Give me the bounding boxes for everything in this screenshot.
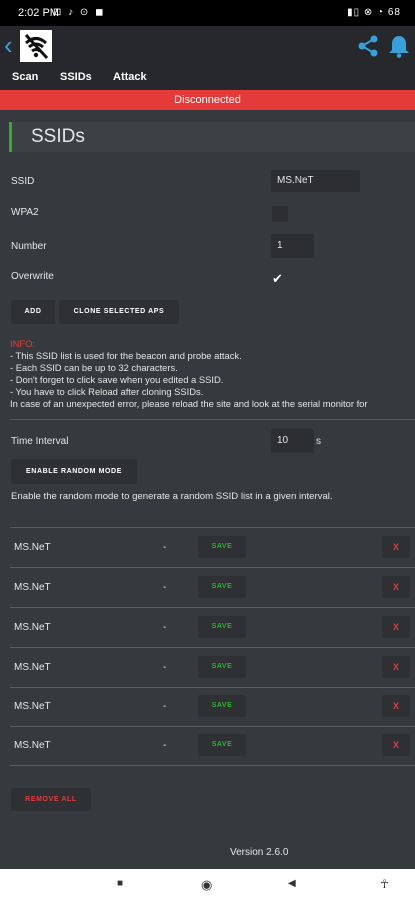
app-logo-icon [20, 30, 52, 62]
ssid-list-row: MS.NeT - SAVE X [10, 648, 415, 688]
bell-icon[interactable] [388, 34, 410, 58]
back-icon[interactable]: ◀ [288, 878, 296, 889]
ssid-label: SSID [11, 176, 35, 187]
ssid-list-row: MS.NeT - SAVE X [10, 528, 415, 568]
nav-attack[interactable]: Attack [113, 71, 147, 83]
ssid-name[interactable]: MS.NeT [14, 662, 51, 673]
ssid-input-value: MS.NeT [277, 175, 314, 186]
version-label: Version 2.6.0 [230, 847, 289, 858]
nav-ssids[interactable]: SSIDs [60, 71, 92, 83]
delete-ssid-button[interactable]: X [382, 695, 410, 717]
app-bar: ‹ [0, 26, 415, 66]
back-arrow-icon[interactable]: ‹ [4, 30, 13, 60]
ssid-separator: - [163, 662, 167, 673]
status-bar: 2:02 PM ⊡ ♪ ⊙ ◼ ▮▯ ⊗ ◔ 68 [0, 0, 415, 26]
ssid-separator: - [163, 701, 167, 712]
delete-ssid-button[interactable]: X [382, 734, 410, 756]
info-line: - Each SSID can be up to 32 characters. [10, 362, 178, 373]
notification-icons: ⊡ ♪ ⊙ ◼ [53, 7, 106, 18]
ssid-input[interactable]: MS.NeT [271, 170, 360, 192]
save-ssid-button[interactable]: SAVE [198, 734, 246, 756]
ssid-list-row: MS.NeT - SAVE X [10, 726, 415, 766]
delete-ssid-button[interactable]: X [382, 536, 410, 558]
ssid-name[interactable]: MS.NeT [14, 582, 51, 593]
ssid-separator: - [163, 542, 167, 553]
ssid-separator: - [163, 622, 167, 633]
info-line: - Don't forget to click save when you ed… [10, 374, 224, 385]
clone-selected-aps-button[interactable]: CLONE SELECTED APS [59, 300, 179, 324]
wpa2-label: WPA2 [11, 207, 39, 218]
enable-random-mode-button[interactable]: ENABLE RANDOM MODE [11, 459, 137, 484]
ssid-name[interactable]: MS.NeT [14, 622, 51, 633]
add-button[interactable]: ADD [11, 300, 55, 324]
ssid-list-row: MS.NeT - SAVE X [10, 687, 415, 727]
accessibility-icon[interactable]: ☥ [380, 877, 389, 891]
save-ssid-button[interactable]: SAVE [198, 576, 246, 598]
time-interval-unit: s [316, 436, 321, 447]
info-line: - This SSID list is used for the beacon … [10, 350, 242, 361]
info-line: In case of an unexpected error, please r… [10, 398, 368, 409]
share-icon[interactable] [356, 34, 380, 58]
divider [10, 419, 415, 420]
random-mode-description: Enable the random mode to generate a ran… [11, 491, 333, 502]
info-heading: INFO: [10, 338, 35, 349]
number-input-value: 1 [277, 240, 283, 251]
time-interval-value: 10 [277, 435, 289, 446]
ssid-list-row: MS.NeT - SAVE X [10, 608, 415, 648]
save-ssid-button[interactable]: SAVE [198, 695, 246, 717]
top-nav: Scan SSIDs Attack [0, 66, 415, 90]
delete-ssid-button[interactable]: X [382, 576, 410, 598]
save-ssid-button[interactable]: SAVE [198, 616, 246, 638]
save-ssid-button[interactable]: SAVE [198, 656, 246, 678]
time-interval-label: Time Interval [11, 436, 69, 447]
home-icon[interactable]: ◉ [201, 877, 212, 893]
remove-all-button[interactable]: REMOVE ALL [11, 788, 91, 811]
number-input[interactable]: 1 [271, 234, 314, 258]
page-title: SSIDs [31, 126, 85, 147]
time-interval-input[interactable]: 10 [271, 429, 314, 453]
save-ssid-button[interactable]: SAVE [198, 536, 246, 558]
delete-ssid-button[interactable]: X [382, 616, 410, 638]
connection-status-banner: Disconnected [0, 90, 415, 110]
ssid-separator: - [163, 740, 167, 751]
ssid-list-row: MS.NeT - SAVE X [10, 568, 415, 608]
recent-apps-icon[interactable]: ■ [117, 878, 123, 889]
overwrite-checkbox[interactable]: ✔ [272, 271, 283, 287]
wpa2-checkbox[interactable] [272, 206, 288, 222]
info-line: - You have to click Reload after cloning… [10, 386, 204, 397]
system-nav-bar: ■ ◉ ◀ ☥ [0, 869, 415, 900]
overwrite-label: Overwrite [11, 271, 54, 282]
delete-ssid-button[interactable]: X [382, 656, 410, 678]
info-text: INFO: - This SSID list is used for the b… [10, 338, 368, 410]
ssid-name[interactable]: MS.NeT [14, 701, 51, 712]
nav-scan[interactable]: Scan [12, 71, 38, 83]
page-title-box: SSIDs [9, 122, 415, 152]
ssid-separator: - [163, 582, 167, 593]
system-status-icons: ▮▯ ⊗ ◔ 68 [347, 7, 401, 18]
number-label: Number [11, 241, 47, 252]
ssid-name[interactable]: MS.NeT [14, 740, 51, 751]
ssid-name[interactable]: MS.NeT [14, 542, 51, 553]
